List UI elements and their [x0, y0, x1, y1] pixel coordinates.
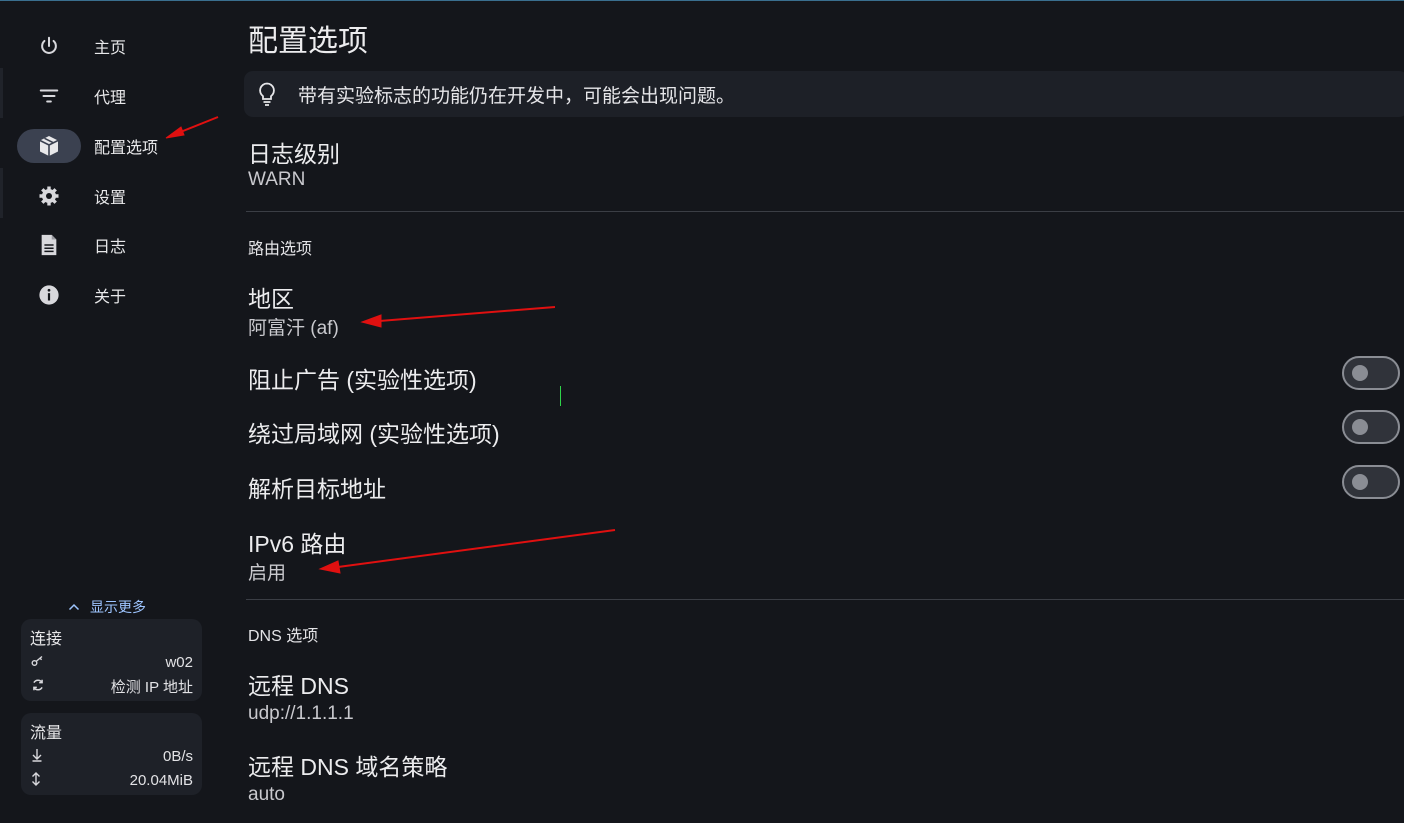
annotation-arrow-head: [165, 126, 185, 139]
annotation-arrows: [165, 116, 616, 574]
annotation-arrow-head: [318, 560, 341, 574]
annotation-arrow-head: [360, 314, 382, 328]
